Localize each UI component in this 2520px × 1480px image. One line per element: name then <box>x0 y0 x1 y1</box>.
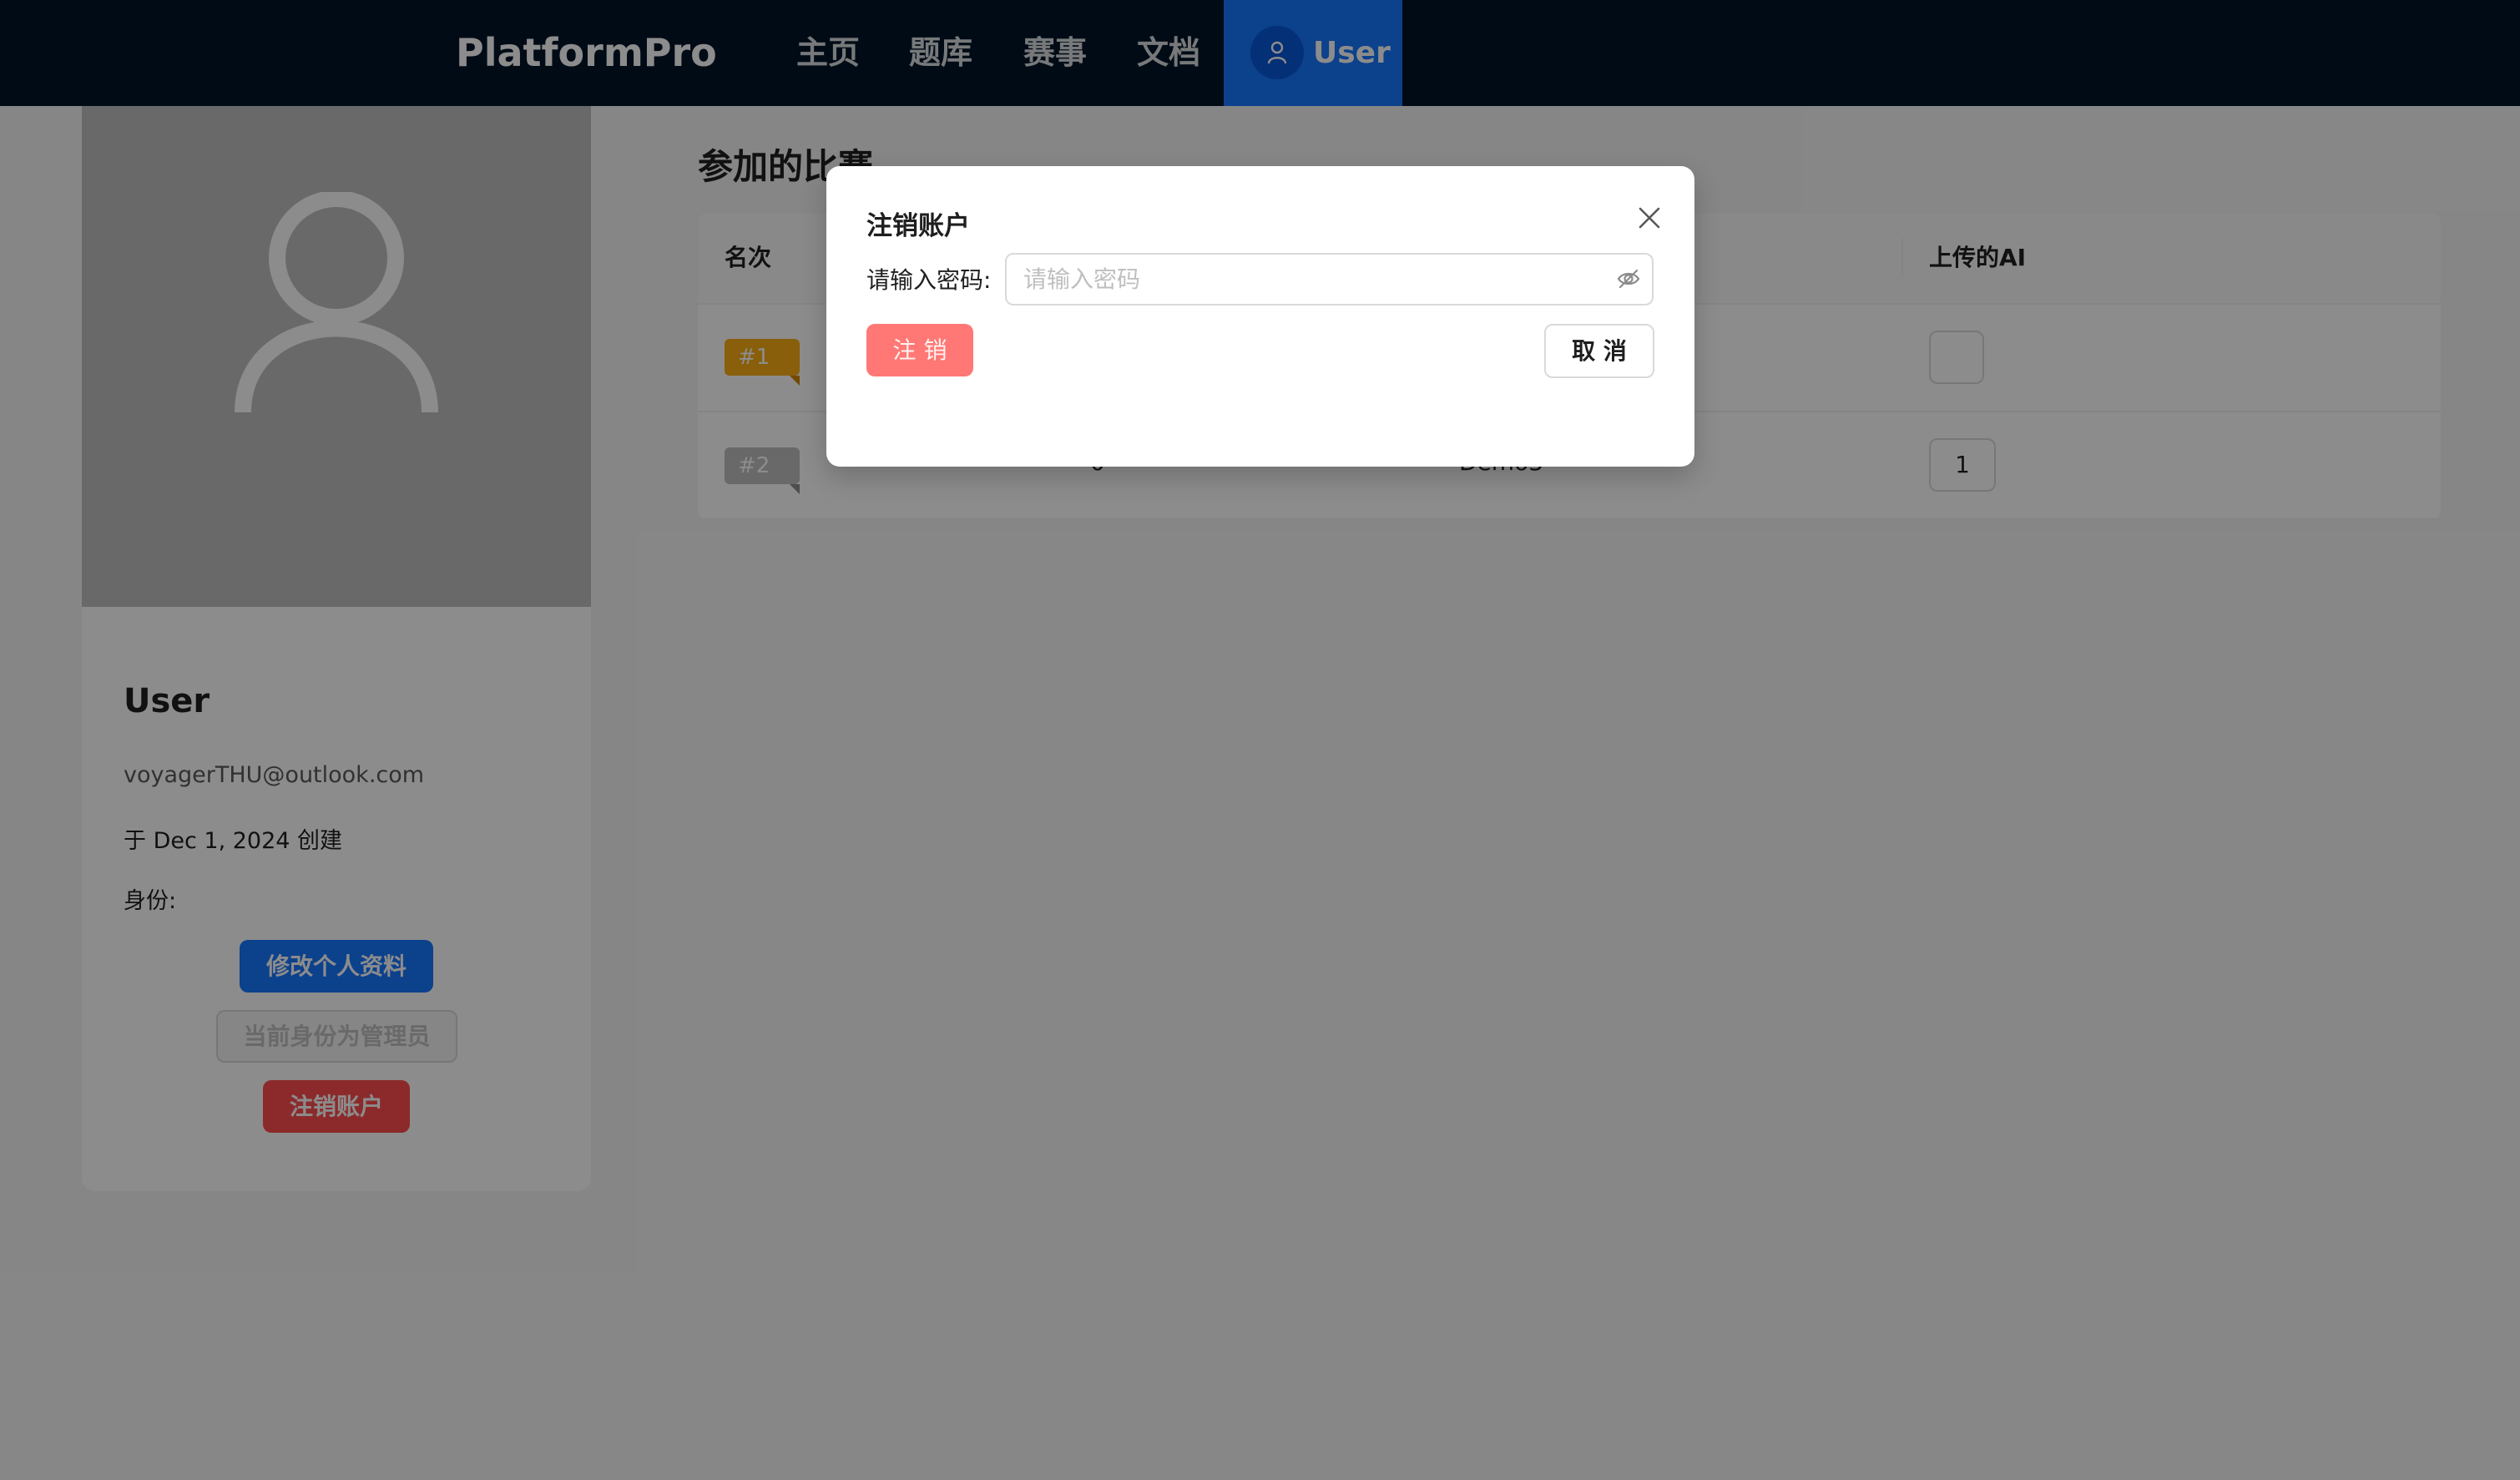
confirm-delete-button[interactable]: 注 销 <box>866 324 973 376</box>
password-label: 请输入密码: <box>866 266 992 294</box>
close-icon <box>1639 207 1660 229</box>
eye-invisible-icon[interactable] <box>1616 266 1641 291</box>
modal-title: 注销账户 <box>866 211 970 241</box>
password-input[interactable] <box>1023 255 1591 304</box>
modal-close-button[interactable] <box>1629 198 1669 238</box>
password-field[interactable] <box>1005 253 1654 306</box>
cancel-button[interactable]: 取 消 <box>1544 324 1654 378</box>
delete-account-modal: 注销账户 请输入密码: 注 销 取 消 <box>826 166 1694 467</box>
